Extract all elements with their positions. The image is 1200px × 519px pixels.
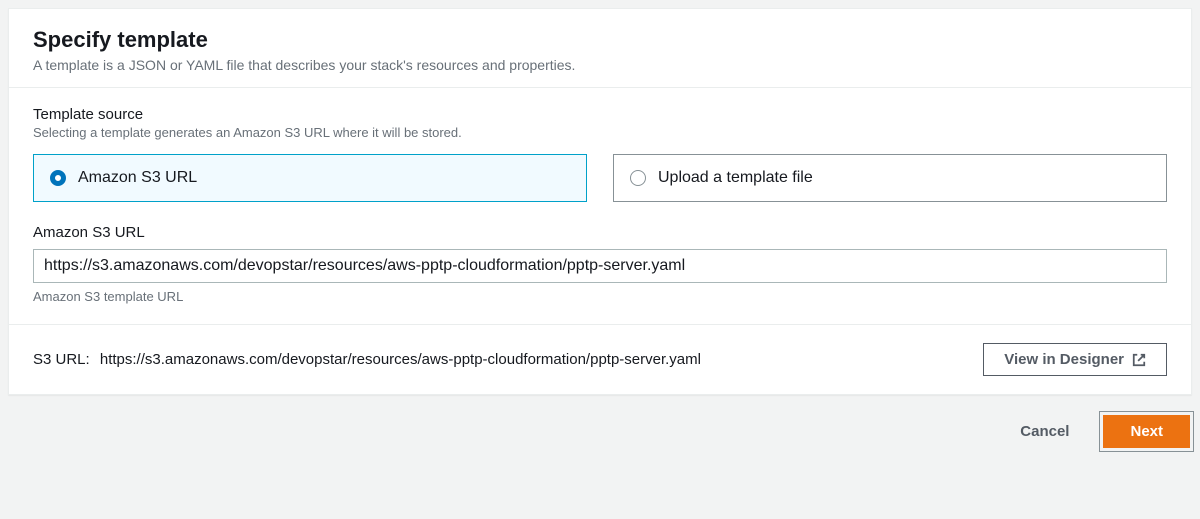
external-link-icon — [1132, 353, 1146, 367]
resolved-url-row: S3 URL: https://s3.amazonaws.com/devopst… — [9, 325, 1191, 394]
template-source-section: Template source Selecting a template gen… — [9, 88, 1191, 325]
panel-description: A template is a JSON or YAML file that d… — [33, 57, 1167, 73]
template-source-label: Template source — [33, 106, 1167, 123]
button-label: View in Designer — [1004, 351, 1124, 368]
resolved-url-label: S3 URL: — [33, 351, 90, 368]
radio-option-upload-file[interactable]: Upload a template file — [613, 154, 1167, 202]
wizard-actions: Cancel Next — [8, 395, 1192, 452]
next-button[interactable]: Next — [1103, 415, 1190, 448]
panel-title: Specify template — [33, 27, 1167, 53]
view-in-designer-button[interactable]: View in Designer — [983, 343, 1167, 376]
specify-template-panel: Specify template A template is a JSON or… — [8, 8, 1192, 395]
resolved-url-value: https://s3.amazonaws.com/devopstar/resou… — [100, 351, 701, 368]
radio-icon — [630, 170, 646, 186]
radio-label: Amazon S3 URL — [78, 169, 197, 187]
cancel-button[interactable]: Cancel — [1000, 416, 1089, 447]
radio-label: Upload a template file — [658, 169, 813, 187]
radio-icon — [50, 170, 66, 186]
resolved-url-text: S3 URL: https://s3.amazonaws.com/devopst… — [33, 351, 701, 368]
s3-url-label: Amazon S3 URL — [33, 224, 1167, 241]
s3-url-input[interactable] — [33, 249, 1167, 283]
panel-header: Specify template A template is a JSON or… — [9, 9, 1191, 88]
radio-option-s3-url[interactable]: Amazon S3 URL — [33, 154, 587, 202]
template-source-hint: Selecting a template generates an Amazon… — [33, 125, 1167, 140]
s3-url-sublabel: Amazon S3 template URL — [33, 289, 1167, 304]
template-source-options: Amazon S3 URL Upload a template file — [33, 154, 1167, 202]
